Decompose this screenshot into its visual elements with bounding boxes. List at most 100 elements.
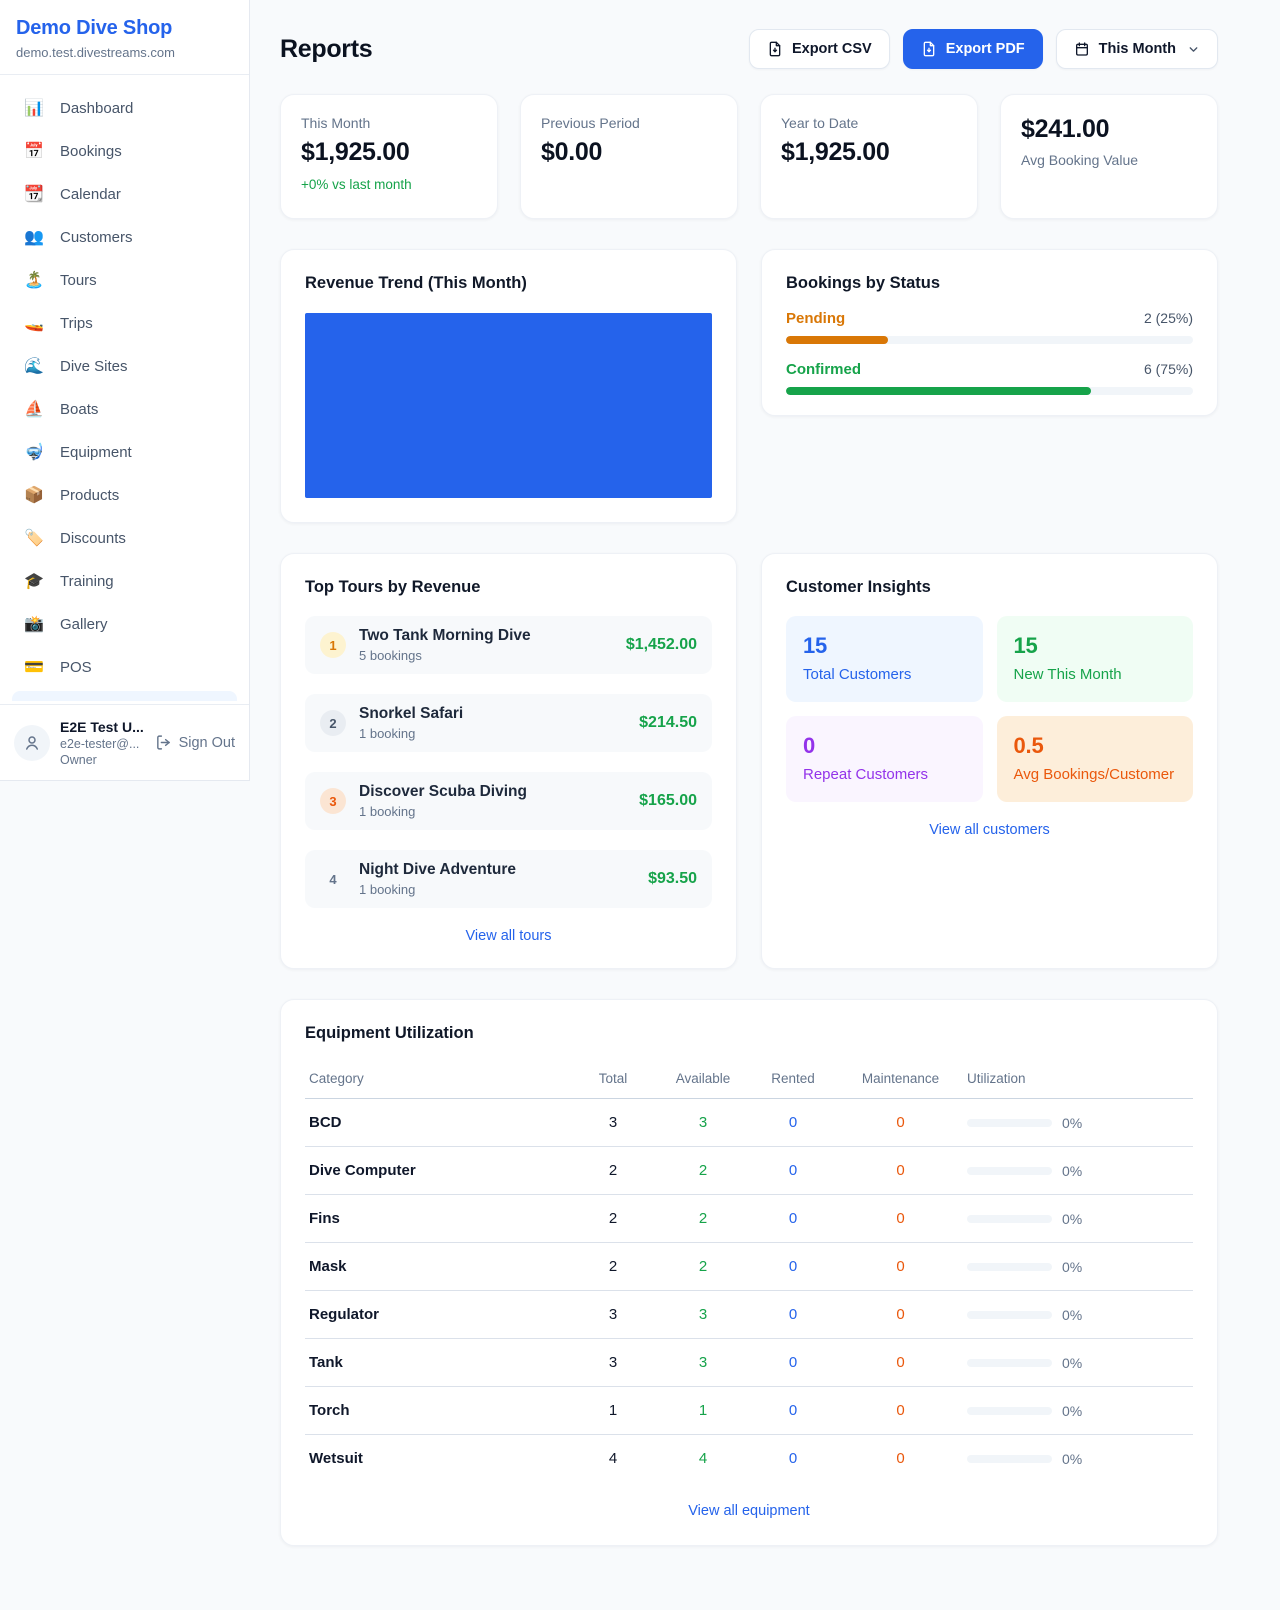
sidebar-item-pos[interactable]: 💳 POS (12, 646, 237, 689)
status-bar-fill (786, 387, 1091, 395)
utilization-percent: 0% (1062, 1211, 1082, 1227)
tour-amount: $1,452.00 (626, 636, 697, 654)
stat-card-year-to-date: Year to Date $1,925.00 (760, 94, 978, 219)
tile-total-customers: 15 Total Customers (786, 616, 983, 702)
tour-bookings: 1 booking (359, 726, 626, 741)
user-panel: E2E Test U... e2e-tester@... Owner Sign … (0, 704, 249, 780)
cell-utilization: 0% (963, 1099, 1193, 1147)
period-dropdown[interactable]: This Month (1056, 29, 1218, 69)
file-download-icon (767, 41, 783, 57)
sidebar-item-bookings[interactable]: 📅 Bookings (12, 130, 237, 173)
cell-maintenance: 0 (838, 1243, 963, 1291)
user-role: Owner (60, 753, 145, 767)
tile-label: New This Month (1014, 666, 1177, 683)
sidebar-item-trips[interactable]: 🚤 Trips (12, 302, 237, 345)
sidebar-item-calendar[interactable]: 📆 Calendar (12, 173, 237, 216)
utilization-percent: 0% (1062, 1163, 1082, 1179)
sidebar-item-gallery[interactable]: 📸 Gallery (12, 603, 237, 646)
cell-total: 2 (568, 1243, 658, 1291)
cell-maintenance: 0 (838, 1387, 963, 1435)
status-count: 2 (25%) (1144, 310, 1193, 326)
sidebar-item-label: Customers (60, 229, 133, 246)
cell-available: 1 (658, 1387, 748, 1435)
view-all-tours-link[interactable]: View all tours (305, 928, 712, 944)
tour-amount: $93.50 (648, 870, 697, 888)
stat-card-previous-period: Previous Period $0.00 (520, 94, 738, 219)
sidebar-item-equipment[interactable]: 🤿 Equipment (12, 431, 237, 474)
equipment-table: Category Total Available Rented Maintena… (305, 1061, 1193, 1483)
tile-label: Avg Bookings/Customer (1014, 766, 1177, 783)
utilization-bar (967, 1119, 1052, 1127)
cell-maintenance: 0 (838, 1195, 963, 1243)
utilization-bar (967, 1311, 1052, 1319)
header-actions: Export CSV Export PDF This Month (749, 29, 1218, 69)
sidebar-item-products[interactable]: 📦 Products (12, 474, 237, 517)
col-available: Available (658, 1061, 748, 1099)
top-tours-title: Top Tours by Revenue (305, 578, 712, 597)
sidebar-item-reports-active-partial[interactable] (12, 691, 237, 701)
status-bar-track (786, 336, 1193, 344)
tile-avg-bookings: 0.5 Avg Bookings/Customer (997, 716, 1194, 802)
table-row: Regulator 3 3 0 0 0% (305, 1291, 1193, 1339)
stat-value: $1,925.00 (781, 138, 957, 167)
export-pdf-button[interactable]: Export PDF (903, 29, 1043, 69)
stat-delta: +0% vs last month (301, 177, 477, 192)
cell-utilization: 0% (963, 1387, 1193, 1435)
status-bar-fill (786, 336, 888, 344)
brand-domain: demo.test.divestreams.com (16, 45, 233, 60)
cell-available: 3 (658, 1339, 748, 1387)
view-all-customers-link[interactable]: View all customers (786, 822, 1193, 838)
tour-meta: Night Dive Adventure 1 booking (359, 861, 635, 897)
table-row: Mask 2 2 0 0 0% (305, 1243, 1193, 1291)
utilization-bar (967, 1167, 1052, 1175)
utilization-percent: 0% (1062, 1259, 1082, 1275)
sidebar-nav: 📊 Dashboard 📅 Bookings 📆 Calendar 👥 Cust… (0, 75, 249, 704)
cell-category: Regulator (305, 1291, 568, 1339)
calendar-icon (1074, 41, 1090, 57)
cell-maintenance: 0 (838, 1339, 963, 1387)
rank-badge: 3 (320, 788, 346, 814)
revenue-trend-title: Revenue Trend (This Month) (305, 274, 712, 293)
bookings-icon: 📅 (22, 144, 46, 160)
sign-out-button[interactable]: Sign Out (155, 734, 235, 751)
page-header: Reports Export CSV Export PDF This Month (280, 28, 1218, 70)
utilization-bar (967, 1263, 1052, 1271)
export-csv-label: Export CSV (792, 41, 872, 57)
tour-list: 1 Two Tank Morning Dive 5 bookings $1,45… (305, 616, 712, 908)
sidebar-item-dashboard[interactable]: 📊 Dashboard (12, 87, 237, 130)
cell-available: 3 (658, 1291, 748, 1339)
sidebar-item-label: Training (60, 573, 114, 590)
sidebar-item-training[interactable]: 🎓 Training (12, 560, 237, 603)
sidebar-item-label: Calendar (60, 186, 121, 203)
sidebar-item-dive-sites[interactable]: 🌊 Dive Sites (12, 345, 237, 388)
sidebar-item-boats[interactable]: ⛵ Boats (12, 388, 237, 431)
sidebar-item-discounts[interactable]: 🏷️ Discounts (12, 517, 237, 560)
stat-value: $0.00 (541, 138, 717, 167)
cell-utilization: 0% (963, 1339, 1193, 1387)
tour-amount: $165.00 (639, 792, 697, 810)
cell-total: 3 (568, 1291, 658, 1339)
cell-total: 2 (568, 1195, 658, 1243)
discounts-icon: 🏷️ (22, 531, 46, 547)
dive-sites-icon: 🌊 (22, 359, 46, 375)
brand: Demo Dive Shop demo.test.divestreams.com (0, 0, 249, 75)
export-csv-button[interactable]: Export CSV (749, 29, 890, 69)
sidebar-item-tours[interactable]: 🏝️ Tours (12, 259, 237, 302)
sidebar-item-customers[interactable]: 👥 Customers (12, 216, 237, 259)
stat-label: Avg Booking Value (1021, 152, 1197, 168)
table-row: Torch 1 1 0 0 0% (305, 1387, 1193, 1435)
tile-value: 15 (1014, 633, 1177, 659)
sidebar-item-label: POS (60, 659, 92, 676)
sidebar-item-label: Products (60, 487, 119, 504)
brand-name[interactable]: Demo Dive Shop (16, 17, 233, 40)
table-header-row: Category Total Available Rented Maintena… (305, 1061, 1193, 1099)
utilization-percent: 0% (1062, 1451, 1082, 1467)
cell-rented: 0 (748, 1387, 838, 1435)
revenue-trend-card: Revenue Trend (This Month) (280, 249, 737, 523)
tour-amount: $214.50 (639, 714, 697, 732)
cell-maintenance: 0 (838, 1147, 963, 1195)
user-name: E2E Test U... (60, 719, 145, 735)
tours-icon: 🏝️ (22, 273, 46, 289)
sign-out-icon (155, 734, 172, 751)
view-all-equipment-link[interactable]: View all equipment (305, 1503, 1193, 1519)
